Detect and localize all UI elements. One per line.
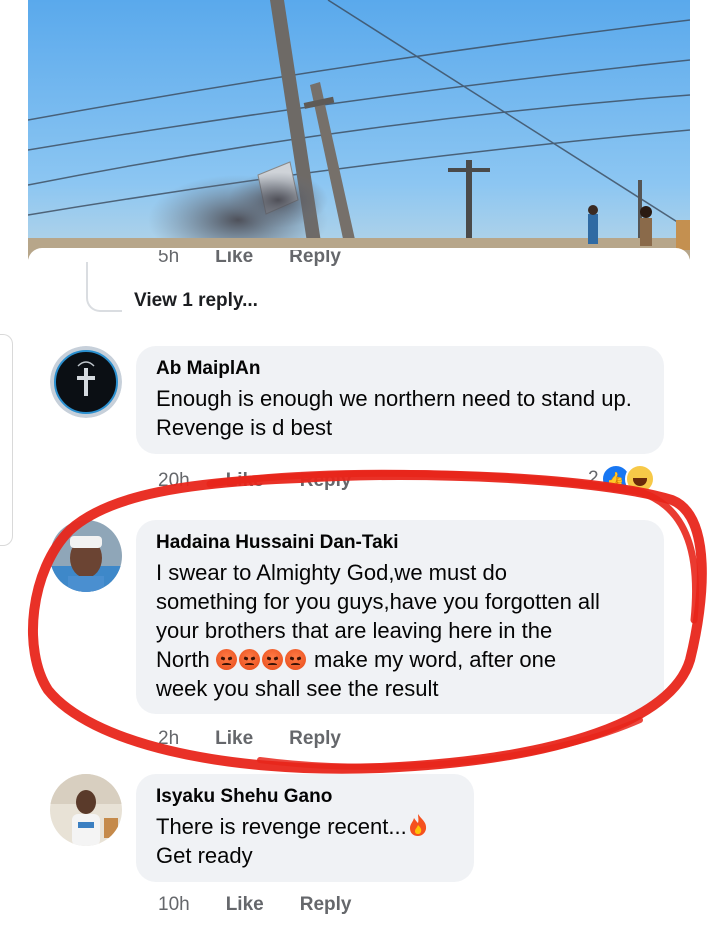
comment-text: I swear to Almighty God,we must do somet… xyxy=(156,558,644,703)
comment-time: 20h xyxy=(158,470,190,491)
fire-icon xyxy=(409,814,426,836)
like-button[interactable]: Like xyxy=(215,728,253,750)
view-replies-link[interactable]: View 1 reply... xyxy=(134,290,258,312)
comment-text-line: your brothers that are leaving here in t… xyxy=(156,618,553,643)
comment-author[interactable]: Hadaina Hussaini Dan-Taki xyxy=(156,532,644,554)
angry-face-icon xyxy=(261,649,283,670)
comment-text-line: week you shall see the result xyxy=(156,676,439,701)
like-button[interactable]: Like xyxy=(226,470,264,492)
comment-text-line: Get ready xyxy=(156,843,253,868)
haha-reaction-icon xyxy=(624,464,655,494)
comment-text-line: something for you guys,have you forgotte… xyxy=(156,589,600,614)
comment-bubble: Hadaina Hussaini Dan-Taki I swear to Alm… xyxy=(136,520,664,714)
prev-like-button[interactable]: Like xyxy=(215,250,253,268)
avatar[interactable] xyxy=(50,520,122,592)
like-button[interactable]: Like xyxy=(226,894,264,916)
prev-reply-button[interactable]: Reply xyxy=(289,250,341,268)
reply-button[interactable]: Reply xyxy=(300,470,352,492)
comment-text: There is revenge recent... Get ready xyxy=(156,812,454,870)
reply-button[interactable]: Reply xyxy=(300,894,352,916)
comment-meta: 2h Like Reply xyxy=(158,728,341,750)
comment-time: 10h xyxy=(158,894,190,915)
comment-bubble: Isyaku Shehu Gano There is revenge recen… xyxy=(136,774,474,882)
reply-thread-connector xyxy=(86,262,122,312)
comment-meta: 20h Like Reply xyxy=(158,470,351,492)
text-segment: There is revenge recent... xyxy=(156,814,407,839)
avatar[interactable] xyxy=(50,774,122,846)
angry-face-icon xyxy=(284,649,306,670)
post-media[interactable] xyxy=(28,0,690,262)
reply-button[interactable]: Reply xyxy=(289,728,341,750)
reaction-summary[interactable]: 2 👍 xyxy=(588,464,655,494)
comment-text-line: There is revenge recent... xyxy=(156,812,454,841)
comment-time: 2h xyxy=(158,728,180,749)
comment-text-line: North make my word, after one xyxy=(156,645,644,674)
comment-bubble: Ab MaiplAn Enough is enough we northern … xyxy=(136,346,664,454)
avatar[interactable] xyxy=(50,346,122,418)
comment-author[interactable]: Ab MaiplAn xyxy=(156,358,644,380)
comment-text-line: I swear to Almighty God,we must do xyxy=(156,560,507,585)
text-segment: North xyxy=(156,647,216,672)
comment-meta: 10h Like Reply xyxy=(158,894,351,916)
reaction-count: 2 xyxy=(588,468,599,489)
text-segment: make my word, after one xyxy=(307,647,557,672)
prev-comment-meta: 5h Like Reply xyxy=(158,250,341,268)
prev-time: 5h xyxy=(158,250,180,267)
background-page-edge xyxy=(0,334,13,546)
angry-face-icon xyxy=(238,649,260,670)
comment-author[interactable]: Isyaku Shehu Gano xyxy=(156,786,454,808)
angry-face-icon xyxy=(215,649,237,670)
comment-text: Enough is enough we northern need to sta… xyxy=(156,386,632,440)
